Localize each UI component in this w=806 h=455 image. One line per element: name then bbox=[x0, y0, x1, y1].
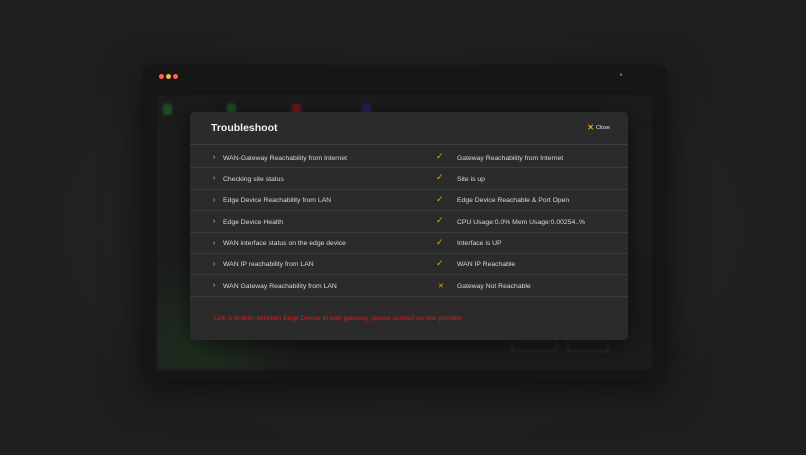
checkmark-icon: ✓ bbox=[436, 193, 444, 204]
check-result: Interface is UP bbox=[457, 240, 502, 248]
check-name: WAN IP reachability from LAN bbox=[223, 261, 314, 269]
check-row[interactable]: › WAN Gateway Reachability from LAN ✕ Ga… bbox=[190, 275, 628, 297]
chevron-right-icon: › bbox=[213, 260, 216, 268]
chevron-right-icon: › bbox=[213, 154, 216, 161]
maximize-window-dot[interactable] bbox=[173, 74, 178, 79]
check-row[interactable]: › WAN-Gateway Reachability from Internet… bbox=[190, 147, 628, 169]
dashboard-button-right bbox=[567, 340, 609, 352]
chevron-right-icon: › bbox=[213, 175, 216, 183]
check-name: WAN Gateway Reachability from LAN bbox=[223, 282, 337, 290]
wifi-icon: ◔ bbox=[617, 70, 623, 80]
dashboard-button-left bbox=[512, 340, 557, 352]
check-name: Edge Device Health bbox=[223, 218, 284, 226]
check-row[interactable]: › Checking site status ✓ Site is up bbox=[190, 168, 628, 190]
check-name: Checking site status bbox=[223, 175, 284, 183]
check-result: Gateway Reachability from Internet bbox=[457, 154, 564, 162]
check-result: Site is up bbox=[457, 175, 485, 183]
window-titlebar: ◔ bbox=[142, 65, 667, 87]
check-result: Edge Device Reachable & Port Open bbox=[457, 197, 570, 205]
check-name: Edge Device Reachability from LAN bbox=[223, 197, 332, 205]
dashboard-tab-1 bbox=[163, 102, 177, 120]
checkmark-icon: ✓ bbox=[436, 215, 444, 226]
check-result: Gateway Not Reachable bbox=[457, 282, 531, 290]
chevron-right-icon: › bbox=[213, 239, 216, 247]
close-label: Close bbox=[595, 125, 610, 131]
chevron-right-icon: › bbox=[213, 218, 216, 226]
close-button[interactable]: ✕ Close bbox=[587, 124, 610, 132]
troubleshoot-modal: Troubleshoot ✕ Close › WAN-Gateway Reach… bbox=[190, 112, 628, 340]
modal-title: Troubleshoot bbox=[211, 122, 278, 134]
check-row[interactable]: › Edge Device Reachability from LAN ✓ Ed… bbox=[190, 190, 628, 212]
check-row[interactable]: › Edge Device Health ✓ CPU Usage:0.0% Me… bbox=[190, 211, 628, 233]
check-list: › WAN-Gateway Reachability from Internet… bbox=[190, 147, 628, 297]
check-name: WAN interface status on the edge device bbox=[223, 240, 346, 248]
check-result: CPU Usage:0.0% Mem Usage:0.00254..% bbox=[457, 218, 586, 226]
checkmark-icon: ✓ bbox=[436, 257, 444, 268]
chevron-right-icon: › bbox=[213, 282, 216, 290]
header-divider bbox=[190, 144, 628, 145]
checkmark-icon: ✓ bbox=[436, 151, 444, 161]
close-window-dot[interactable] bbox=[159, 74, 164, 79]
check-row[interactable]: › WAN IP reachability from LAN ✓ WAN IP … bbox=[190, 254, 628, 276]
error-message: Link is broken between Edge Device to wa… bbox=[214, 315, 463, 322]
checkmark-icon: ✓ bbox=[436, 172, 444, 183]
cross-icon: ✕ bbox=[438, 283, 444, 291]
close-icon: ✕ bbox=[587, 123, 594, 132]
chevron-right-icon: › bbox=[213, 196, 216, 204]
backdrop: ◔ Troubleshoot ✕ Close › WAN-Gateway Rea… bbox=[0, 0, 806, 455]
minimize-window-dot[interactable] bbox=[166, 74, 171, 79]
check-row[interactable]: › WAN interface status on the edge devic… bbox=[190, 233, 628, 254]
check-name: WAN-Gateway Reachability from Internet bbox=[223, 154, 348, 162]
check-result: WAN IP Reachable bbox=[457, 261, 516, 269]
checkmark-icon: ✓ bbox=[436, 236, 444, 247]
